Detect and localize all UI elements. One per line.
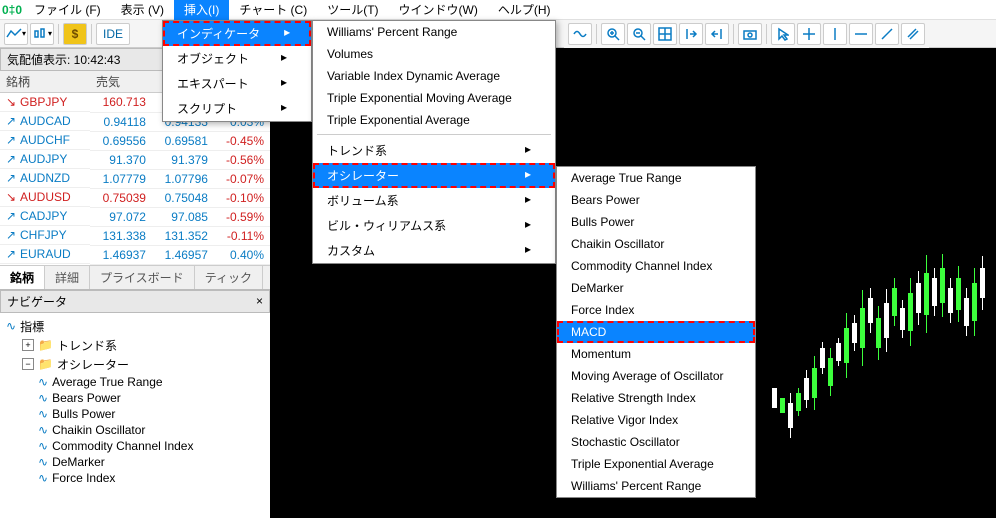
menu-item[interactable]: Williams' Percent Range xyxy=(313,21,555,43)
menu-item[interactable]: ボリューム系▸ xyxy=(313,188,555,213)
tree-item[interactable]: ∿Bulls Power xyxy=(6,406,264,422)
table-row[interactable]: ↗CADJPY 97.072 97.085 -0.59% xyxy=(0,207,270,226)
menu-item[interactable]: Volumes xyxy=(313,43,555,65)
menu-item[interactable]: Commodity Channel Index xyxy=(557,255,755,277)
line-chart-button[interactable]: ▾ xyxy=(4,23,28,45)
menu-item[interactable]: Momentum xyxy=(557,343,755,365)
oscillators-submenu: Average True RangeBears PowerBulls Power… xyxy=(556,166,756,498)
grid-button[interactable] xyxy=(653,23,677,45)
table-row[interactable]: ↗AUDCHF 0.69556 0.69581 -0.45% xyxy=(0,131,270,150)
menu-item[interactable]: Average True Range xyxy=(557,167,755,189)
col-bid[interactable]: 売気 xyxy=(90,71,152,93)
menu-item[interactable]: Relative Vigor Index xyxy=(557,409,755,431)
table-row[interactable]: ↗CHFJPY 131.338 131.352 -0.11% xyxy=(0,226,270,245)
tab-tick[interactable]: ティック xyxy=(195,266,263,289)
ide-button[interactable]: IDE xyxy=(96,23,130,45)
menu-item[interactable]: インディケータ▸ xyxy=(163,21,311,46)
col-symbol[interactable]: 銘柄 xyxy=(0,71,90,93)
quotes-tabs: 銘柄 詳細 プライスボード ティック xyxy=(0,265,270,289)
navigator-title-text: ナビゲータ xyxy=(7,293,67,310)
horizontal-line-button[interactable] xyxy=(849,23,873,45)
menu-bar: 0‡0 ファイル (F) 表示 (V) 挿入(I) チャート (C) ツール(T… xyxy=(0,0,996,20)
menu-item[interactable]: MACD xyxy=(557,321,755,343)
navigator-close-icon[interactable]: × xyxy=(256,294,263,308)
tab-details[interactable]: 詳細 xyxy=(45,266,90,289)
menu-window[interactable]: ウインドウ(W) xyxy=(389,0,488,20)
menu-item[interactable]: Triple Exponential Moving Average xyxy=(313,87,555,109)
tree-item[interactable]: ∿Average True Range xyxy=(6,374,264,390)
navigator-title: ナビゲータ × xyxy=(0,290,270,313)
menu-tools[interactable]: ツール(T) xyxy=(317,0,388,20)
menu-item[interactable]: Variable Index Dynamic Average xyxy=(313,65,555,87)
menu-item[interactable]: スクリプト▸ xyxy=(163,96,311,121)
indicators-submenu: Williams' Percent RangeVolumesVariable I… xyxy=(312,20,556,264)
candlestick-chart xyxy=(772,248,992,448)
channel-button[interactable] xyxy=(901,23,925,45)
menu-item[interactable]: Force Index xyxy=(557,299,755,321)
shift-button[interactable] xyxy=(679,23,703,45)
tree-group[interactable]: −📁オシレーター xyxy=(6,355,264,374)
toolbar-separator xyxy=(58,24,59,44)
app-logo-icon: 0‡0 xyxy=(4,2,20,18)
toolbar-separator xyxy=(91,24,92,44)
menu-item[interactable]: Stochastic Oscillator xyxy=(557,431,755,453)
menu-view[interactable]: 表示 (V) xyxy=(111,0,174,20)
menu-item[interactable]: Moving Average of Oscillator xyxy=(557,365,755,387)
tree-item[interactable]: ∿Force Index xyxy=(6,470,264,486)
navigator-tree: ∿指標+📁トレンド系−📁オシレーター∿Average True Range∿Be… xyxy=(0,313,270,490)
wave-icon[interactable] xyxy=(568,23,592,45)
table-row[interactable]: ↗AUDJPY 91.370 91.379 -0.56% xyxy=(0,150,270,169)
menu-item[interactable]: Bears Power xyxy=(557,189,755,211)
menu-chart[interactable]: チャート (C) xyxy=(229,0,317,20)
navigator-panel: ナビゲータ × ∿指標+📁トレンド系−📁オシレーター∿Average True … xyxy=(0,289,270,518)
zoom-out-button[interactable] xyxy=(627,23,651,45)
menu-item[interactable]: Williams' Percent Range xyxy=(557,475,755,497)
table-row[interactable]: ↗AUDNZD 1.07779 1.07796 -0.07% xyxy=(0,169,270,188)
menu-item[interactable]: Relative Strength Index xyxy=(557,387,755,409)
table-row[interactable]: ↘AUDUSD 0.75039 0.75048 -0.10% xyxy=(0,188,270,207)
chart-toolbar xyxy=(564,20,929,48)
menu-item[interactable]: Bulls Power xyxy=(557,211,755,233)
tree-item[interactable]: ∿DeMarker xyxy=(6,454,264,470)
menu-item[interactable]: トレンド系▸ xyxy=(313,138,555,163)
tree-item[interactable]: ∿Chaikin Oscillator xyxy=(6,422,264,438)
trend-line-button[interactable] xyxy=(875,23,899,45)
menu-item[interactable]: Triple Exponential Average xyxy=(313,109,555,131)
menu-item[interactable]: DeMarker xyxy=(557,277,755,299)
insert-menu: インディケータ▸オブジェクト▸エキスパート▸スクリプト▸ xyxy=(162,20,312,122)
menu-item[interactable]: エキスパート▸ xyxy=(163,71,311,96)
candlestick-button[interactable]: ▾ xyxy=(30,23,54,45)
quotes-title-text: 気配値表示: 10:42:43 xyxy=(7,51,120,68)
menu-item[interactable]: オシレーター▸ xyxy=(313,163,555,188)
menu-item[interactable]: Chaikin Oscillator xyxy=(557,233,755,255)
menu-item[interactable]: カスタム▸ xyxy=(313,238,555,263)
menu-help[interactable]: ヘルプ(H) xyxy=(488,0,561,20)
menu-item[interactable]: Triple Exponential Average xyxy=(557,453,755,475)
crosshair-button[interactable] xyxy=(797,23,821,45)
menu-item[interactable]: ビル・ウィリアムス系▸ xyxy=(313,213,555,238)
cursor-button[interactable] xyxy=(771,23,795,45)
tree-root[interactable]: ∿指標 xyxy=(6,317,264,336)
table-row[interactable]: ↗EURAUD 1.46937 1.46957 0.40% xyxy=(0,245,270,264)
auto-scroll-button[interactable] xyxy=(705,23,729,45)
menu-item[interactable]: オブジェクト▸ xyxy=(163,46,311,71)
tree-item[interactable]: ∿Bears Power xyxy=(6,390,264,406)
menu-file[interactable]: ファイル (F) xyxy=(24,0,111,20)
vertical-line-button[interactable] xyxy=(823,23,847,45)
camera-button[interactable] xyxy=(738,23,762,45)
zoom-in-button[interactable] xyxy=(601,23,625,45)
tree-item[interactable]: ∿Commodity Channel Index xyxy=(6,438,264,454)
dollar-button[interactable]: $ xyxy=(63,23,87,45)
tree-group[interactable]: +📁トレンド系 xyxy=(6,336,264,355)
tab-symbols[interactable]: 銘柄 xyxy=(0,266,45,289)
menu-insert[interactable]: 挿入(I) xyxy=(174,0,229,20)
tab-priceboard[interactable]: プライスボード xyxy=(90,266,195,289)
